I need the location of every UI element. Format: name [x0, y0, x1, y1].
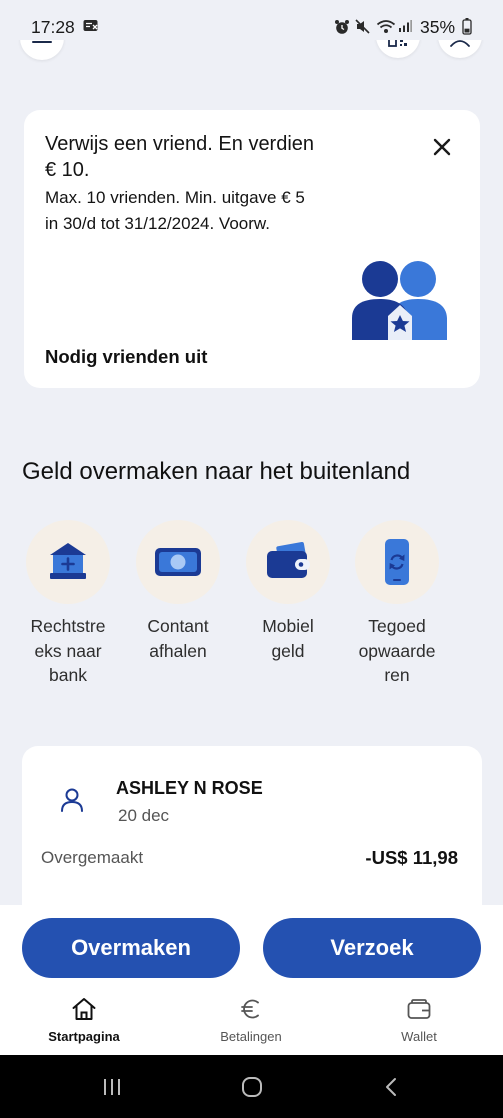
system-navigation-bar	[0, 1055, 503, 1118]
status-bar: 17:28 35%	[0, 0, 503, 40]
option-label: Rechtstre eks naar bank	[30, 616, 106, 685]
signal-icon	[398, 19, 412, 33]
nav-item-payments[interactable]: Betalingen	[191, 995, 311, 1045]
transaction-amount: -US$ 11,98	[365, 847, 458, 868]
cash-icon	[155, 548, 201, 576]
option-icon-circle	[136, 520, 220, 604]
nav-item-home[interactable]: Startpagina	[24, 995, 144, 1045]
status-time: 17:28	[31, 17, 75, 37]
send-money-button[interactable]: Overmaken	[22, 918, 240, 978]
friends-illustration	[350, 258, 450, 340]
battery-icon	[462, 18, 472, 35]
mute-icon	[355, 19, 370, 34]
recipient-name: ASHLEY N ROSE	[116, 778, 263, 798]
notification-icon	[83, 19, 100, 33]
bank-icon	[50, 543, 86, 579]
invite-friends-link[interactable]: Nodig vrienden uit	[45, 345, 207, 369]
battery-percentage: 35%	[420, 17, 456, 37]
option-icon-circle	[26, 520, 110, 604]
alarm-icon	[334, 19, 350, 35]
option-icon-circle	[355, 520, 439, 604]
transaction-status: Overgemaakt	[41, 848, 144, 867]
battery-fill	[464, 28, 470, 33]
close-icon[interactable]	[432, 137, 452, 157]
option-label: Mobiel geld	[262, 616, 314, 661]
request-money-button[interactable]: Verzoek	[263, 918, 481, 978]
referral-promo-card: Verwijs een vriend. En verdien € 10. Max…	[24, 110, 480, 388]
option-icon-circle	[246, 520, 330, 604]
back-icon[interactable]	[379, 1074, 405, 1100]
option-label: Contant afhalen	[147, 616, 209, 661]
wifi-icon	[376, 19, 396, 34]
recents-icon[interactable]	[99, 1074, 125, 1100]
nav-label: Wallet	[401, 1029, 437, 1044]
promo-terms: Max. 10 vrienden. Min. uitgave € 5 in 30…	[45, 188, 305, 233]
option-bank-transfer[interactable]: Rechtstre eks naar bank	[13, 520, 123, 688]
wallet-icon	[405, 995, 433, 1023]
promo-title: Verwijs een vriend. En verdien € 10.	[45, 133, 315, 181]
section-title: Geld overmaken naar het buitenland	[22, 458, 411, 485]
nav-label: Startpagina	[48, 1029, 120, 1044]
euro-icon	[237, 995, 265, 1023]
option-label: Tegoed opwaarde ren	[358, 616, 436, 685]
home-icon	[70, 995, 98, 1023]
mobile-wallet-icon	[267, 541, 310, 578]
nav-label: Betalingen	[220, 1029, 282, 1044]
person-icon	[58, 786, 86, 814]
bottom-panel: Overmaken Verzoek Startpagina Betalingen…	[0, 905, 503, 1055]
option-cash-pickup[interactable]: Contant afhalen	[123, 520, 233, 663]
phone-topup-icon	[385, 539, 409, 585]
option-airtime-topup[interactable]: Tegoed opwaarde ren	[342, 520, 452, 688]
nav-item-wallet[interactable]: Wallet	[359, 995, 479, 1045]
transaction-date: 20 dec	[118, 806, 170, 825]
home-circle-icon[interactable]	[239, 1074, 265, 1100]
option-mobile-money[interactable]: Mobiel geld	[233, 520, 343, 663]
